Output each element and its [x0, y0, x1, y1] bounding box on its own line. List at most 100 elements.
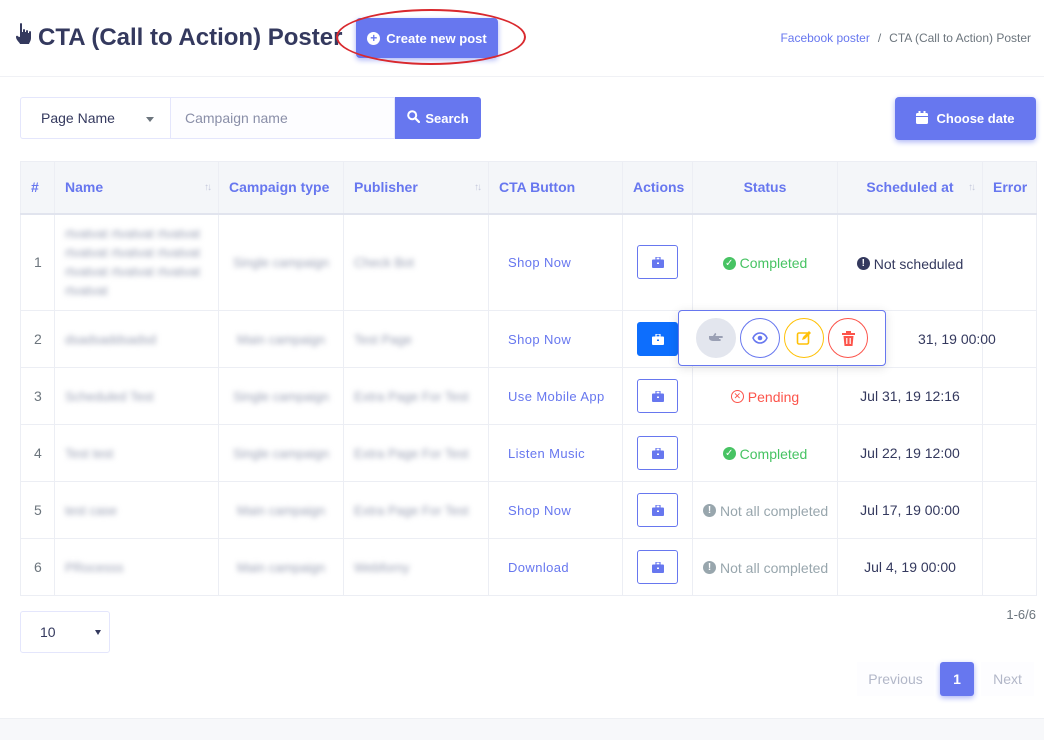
- actions-cell: [622, 424, 693, 482]
- row-number: 2: [20, 310, 55, 368]
- actions-button[interactable]: [637, 245, 678, 280]
- column-header-campaign-type[interactable]: Campaign type: [218, 161, 344, 215]
- actions-cell: [622, 481, 693, 539]
- briefcase-icon: [651, 390, 664, 402]
- error-cell: [982, 213, 1037, 311]
- actions-cell: [622, 213, 693, 311]
- page-header: CTA (Call to Action) Poster + Create new…: [0, 0, 1044, 77]
- previous-page-button[interactable]: Previous: [857, 662, 934, 696]
- row-number: 6: [20, 538, 55, 596]
- page-name-select[interactable]: Page Name: [20, 97, 170, 139]
- cta-button-cell: Download: [488, 538, 623, 596]
- actions-button[interactable]: [637, 322, 678, 356]
- scheduled-cell: Jul 17, 19 00:00: [837, 481, 983, 539]
- publisher-cell: Extra Page For Test: [343, 367, 489, 425]
- page-1-button[interactable]: 1: [940, 662, 974, 696]
- status-badge: ✕ Pending: [730, 389, 799, 405]
- records-count: 1-6/6: [1006, 607, 1036, 622]
- campaign-name-input[interactable]: [170, 97, 395, 139]
- page-title-text: CTA (Call to Action) Poster: [38, 23, 343, 51]
- campaign-type-cell: Main campaign: [218, 310, 344, 368]
- create-new-post-button[interactable]: + Create new post: [356, 18, 498, 58]
- actions-popover: [678, 310, 886, 366]
- column-header-error[interactable]: Error: [982, 161, 1037, 215]
- status-badge: ✓ Completed: [722, 255, 807, 271]
- cta-button-cell: Shop Now: [488, 481, 623, 539]
- info-circle-icon: !: [856, 257, 870, 270]
- cta-button-cell: Listen Music: [488, 424, 623, 482]
- edit-icon[interactable]: [784, 318, 824, 358]
- column-header-number[interactable]: #: [20, 161, 55, 215]
- sort-icon: ↑↓: [968, 182, 976, 193]
- actions-button[interactable]: [637, 550, 678, 584]
- times-circle-icon: ✕: [730, 390, 744, 404]
- campaign-name-cell: dsadsaddsadsd: [54, 310, 219, 368]
- status-cell: ! Not all completed: [692, 538, 838, 596]
- footer-divider: [0, 718, 1044, 740]
- breadcrumb-current: CTA (Call to Action) Poster: [889, 31, 1031, 45]
- scheduled-cell: Jul 31, 19 12:16: [837, 367, 983, 425]
- next-page-button[interactable]: Next: [981, 662, 1034, 696]
- campaign-name-cell: test case: [54, 481, 219, 539]
- actions-button[interactable]: [637, 379, 678, 413]
- search-button[interactable]: Search: [395, 97, 481, 139]
- pagination: Previous 1 Next: [857, 662, 1034, 696]
- status-cell: ! Not all completed: [692, 481, 838, 539]
- column-header-scheduled-at[interactable]: Scheduled at ↑↓: [837, 161, 983, 215]
- column-header-cta-button[interactable]: CTA Button: [488, 161, 623, 215]
- search-button-label: Search: [425, 110, 469, 126]
- publisher-cell: Extra Page For Test: [343, 424, 489, 482]
- cta-button-cell: Use Mobile App: [488, 367, 623, 425]
- cta-button-cell: Shop Now: [488, 310, 623, 368]
- briefcase-icon: [651, 504, 664, 516]
- campaign-type-cell: Main campaign: [218, 538, 344, 596]
- status-cell: ✓ Completed: [692, 213, 838, 311]
- scheduled-cell: Jul 4, 19 00:00: [837, 538, 983, 596]
- chevron-down-icon: [95, 630, 101, 635]
- table-row: 6 PRocesss Main campaign Webforny Downlo…: [20, 538, 1037, 596]
- page-name-select-value: Page Name: [41, 110, 115, 126]
- column-header-publisher[interactable]: Publisher ↑↓: [343, 161, 489, 215]
- choose-date-label: Choose date: [936, 111, 1015, 126]
- publisher-cell: Webforny: [343, 538, 489, 596]
- table-row: 5 test case Main campaign Extra Page For…: [20, 481, 1037, 539]
- cta-button-cell: Shop Now: [488, 213, 623, 311]
- sort-icon: ↑↓: [474, 182, 482, 193]
- chevron-down-icon: [146, 117, 154, 122]
- publisher-cell: Check Bot: [343, 213, 489, 311]
- breadcrumb-link-facebook-poster[interactable]: Facebook poster: [780, 31, 869, 45]
- briefcase-icon: [651, 256, 664, 268]
- choose-date-button[interactable]: Choose date: [895, 97, 1036, 140]
- check-circle-icon: ✓: [722, 447, 736, 461]
- actions-button[interactable]: [637, 493, 678, 527]
- campaign-type-cell: Single campaign: [218, 213, 344, 311]
- trash-icon[interactable]: [828, 318, 868, 358]
- eye-icon[interactable]: [740, 318, 780, 358]
- publisher-cell: Extra Page For Test: [343, 481, 489, 539]
- actions-button[interactable]: [637, 436, 678, 470]
- campaign-type-cell: Single campaign: [218, 367, 344, 425]
- column-header-name[interactable]: Name ↑↓: [54, 161, 219, 215]
- search-filter-bar: Page Name Search: [20, 97, 481, 139]
- rows-per-page-value: 10: [40, 624, 56, 640]
- briefcase-icon: [651, 447, 664, 459]
- error-cell: [982, 367, 1037, 425]
- page-title: CTA (Call to Action) Poster: [14, 22, 342, 53]
- table-row: 4 Test test Single campaign Extra Page F…: [20, 424, 1037, 482]
- status-cell: ✕ Pending: [692, 367, 838, 425]
- check-circle-icon: ✓: [722, 256, 736, 270]
- campaign-name-cell: rtvatvat rtvatvat rtvatvat rtvatvat rtva…: [54, 213, 219, 311]
- plus-circle-icon: +: [367, 31, 381, 45]
- scheduled-text: 31, 19 00:00: [918, 331, 996, 347]
- column-header-status[interactable]: Status: [692, 161, 838, 215]
- row-number: 1: [20, 213, 55, 311]
- rows-per-page-select[interactable]: 10: [20, 611, 110, 653]
- scheduled-cell: Jul 22, 19 12:00: [837, 424, 983, 482]
- hand-pointer-icon: [14, 22, 38, 53]
- column-header-actions: Actions: [622, 161, 693, 215]
- hand-point-right-icon[interactable]: [696, 318, 736, 358]
- exclamation-circle-icon: !: [703, 561, 716, 575]
- campaign-name-cell: Test test: [54, 424, 219, 482]
- breadcrumb: Facebook poster / CTA (Call to Action) Pos…: [780, 31, 1031, 45]
- briefcase-icon: [651, 561, 664, 573]
